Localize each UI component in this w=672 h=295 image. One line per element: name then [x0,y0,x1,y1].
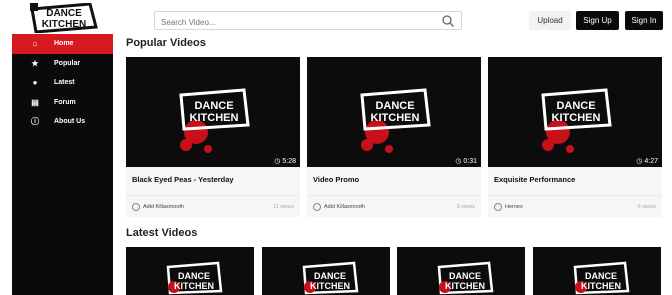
svg-text:KITCHEN: KITCHEN [445,281,485,291]
video-duration: ◷ 0:31 [455,158,477,165]
latest-video-thumbnail[interactable]: DANCE KITCHEN [126,247,254,295]
logo-line1: DANCE [46,8,82,19]
video-title[interactable]: Exquisite Performance [488,167,662,195]
video-author[interactable]: Heroes [505,204,523,210]
latest-videos-heading: Latest Videos [126,227,198,239]
info-icon: ⓘ [31,117,39,127]
top-bar: DANCE KITCHEN Upload Sign Up Sign In [0,0,672,36]
sidebar-item-about[interactable]: ⓘ About Us [12,112,113,132]
video-title[interactable]: Black Eyed Peas - Yesterday [126,167,300,195]
video-card[interactable]: DANCE KITCHEN ◷ 4:27 Exquisite Performan… [488,57,662,217]
upload-button[interactable]: Upload [529,11,571,30]
video-thumbnail[interactable]: DANCE KITCHEN ◷ 0:31 [307,57,481,167]
search-box [154,11,462,31]
sidebar-item-label: Latest [54,79,75,87]
sidebar-item-latest[interactable]: ● Latest [12,73,113,93]
sign-in-button[interactable]: Sign In [625,11,663,30]
svg-text:DANCE: DANCE [314,271,346,281]
search-input[interactable] [155,14,425,31]
forum-icon: ▤ [31,97,39,107]
video-author[interactable]: Adid Killasmooth [324,204,365,210]
popular-videos-heading: Popular Videos [126,37,206,49]
video-meta: Adid Killasmooth 11 views [126,195,300,217]
search-icon[interactable] [441,14,455,28]
sidebar-item-label: Popular [54,59,81,67]
video-thumbnail[interactable]: DANCE KITCHEN ◷ 5:28 [126,57,300,167]
svg-text:DANCE: DANCE [449,271,481,281]
sidebar-item-home[interactable]: ⌂ Home [12,34,113,54]
sign-up-button[interactable]: Sign Up [576,11,619,30]
svg-text:KITCHEN: KITCHEN [581,281,621,291]
video-meta: Adid Killasmooth 9 views [307,195,481,217]
video-author[interactable]: Adid Killasmooth [143,204,184,210]
logo-line2: KITCHEN [42,19,86,30]
video-views: 11 views [273,203,294,210]
video-views: 9 views [456,203,475,210]
latest-video-thumbnail[interactable]: DANCE KITCHEN [533,247,661,295]
user-icon [313,202,321,211]
globe-icon: ● [32,78,38,88]
svg-text:DANCE: DANCE [194,100,233,112]
svg-text:KITCHEN: KITCHEN [371,112,420,124]
video-title[interactable]: Video Promo [307,167,481,195]
video-meta: Heroes 6 views [488,195,662,217]
home-icon: ⌂ [32,39,38,49]
svg-text:DANCE: DANCE [556,100,595,112]
sidebar-item-popular[interactable]: ★ Popular [12,54,113,74]
svg-text:KITCHEN: KITCHEN [190,112,239,124]
user-icon [494,202,502,211]
sidebar-item-label: About Us [54,118,86,126]
video-duration: ◷ 4:27 [636,158,658,165]
user-icon [132,202,140,211]
star-icon: ★ [31,58,39,68]
sidebar: ⌂ Home ★ Popular ● Latest ▤ Forum ⓘ Abou… [12,34,113,295]
latest-video-thumbnail[interactable]: DANCE KITCHEN [262,247,390,295]
sidebar-item-label: Home [54,40,74,48]
svg-text:DANCE: DANCE [375,100,414,112]
svg-text:DANCE: DANCE [178,271,210,281]
video-card[interactable]: DANCE KITCHEN ◷ 5:28 Black Eyed Peas - Y… [126,57,300,217]
svg-text:KITCHEN: KITCHEN [552,112,601,124]
video-thumbnail[interactable]: DANCE KITCHEN ◷ 4:27 [488,57,662,167]
video-card[interactable]: DANCE KITCHEN ◷ 0:31 Video Promo Adid Ki… [307,57,481,217]
sidebar-item-label: Forum [54,98,76,106]
video-views: 6 views [637,203,656,210]
main-content: Popular Videos DANCE KITCHEN ◷ 5:28 Blac… [126,34,672,295]
video-duration: ◷ 5:28 [274,158,296,165]
svg-text:KITCHEN: KITCHEN [310,281,350,291]
svg-text:KITCHEN: KITCHEN [174,281,214,291]
latest-video-thumbnail[interactable]: DANCE KITCHEN [397,247,525,295]
sidebar-item-forum[interactable]: ▤ Forum [12,93,113,113]
svg-text:DANCE: DANCE [585,271,617,281]
site-logo[interactable]: DANCE KITCHEN [30,2,98,34]
